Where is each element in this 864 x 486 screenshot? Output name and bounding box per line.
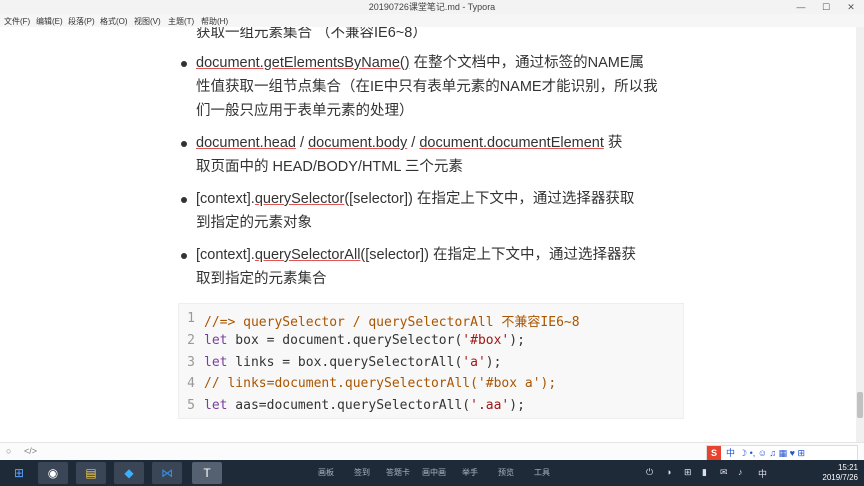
window-title: 20190726课堂笔记.md - Typora [368, 2, 496, 12]
tool-picture-in-picture[interactable]: 画中画 [422, 467, 446, 478]
ime-language[interactable]: 中 [726, 446, 735, 460]
scrollbar-thumb[interactable] [857, 392, 863, 418]
list-item: [context].querySelectorAll([selector]) 在… [181, 243, 686, 291]
tool-tools[interactable]: 工具 [534, 467, 550, 478]
mail-icon[interactable]: ✉ [720, 467, 728, 478]
inline-code: querySelector [254, 191, 345, 207]
battery-icon[interactable]: ▮ [702, 467, 707, 478]
taskbar: ⊞ ◉ ▤ ◆ ⋈ T 画板 签到 答题卡 画中画 举手 预览 工具 ⏻ ◑ ⊞… [0, 460, 864, 486]
line-number: 2 [187, 333, 195, 348]
vertical-scrollbar[interactable] [856, 27, 864, 442]
file-explorer-icon[interactable]: ▤ [76, 462, 106, 484]
sidebar-toggle-icon[interactable]: ○ [6, 446, 11, 456]
tool-answer-card[interactable]: 答题卡 [386, 467, 410, 478]
clock-date: 2019/7/26 [822, 473, 858, 482]
bullet-icon [181, 141, 187, 147]
vscode-icon[interactable]: ⋈ [152, 462, 182, 484]
app-icon[interactable]: ◆ [114, 462, 144, 484]
line-number: 4 [187, 376, 195, 391]
menu-file[interactable]: 文件(F) [4, 16, 30, 27]
list-item: [context].querySelector([selector]) 在指定上… [181, 187, 686, 235]
code-line: let box = document.querySelector('#box')… [204, 333, 525, 348]
inline-code: document.getElementsByName() [196, 55, 410, 71]
list-item: document.getElementsByName() 在整个文档中，通过标签… [181, 51, 686, 123]
tool-raise-hand[interactable]: 举手 [462, 467, 478, 478]
chrome-icon[interactable]: ◉ [38, 462, 68, 484]
tray-grid-icon[interactable]: ⊞ [684, 467, 692, 478]
ime-icons[interactable]: ☽ •, ☺ ♫ ▦ ♥ ⊞ [739, 446, 805, 460]
tool-check-in[interactable]: 签到 [354, 467, 370, 478]
bullet-icon [181, 197, 187, 203]
source-mode-icon[interactable]: </> [24, 446, 37, 456]
tool-drawing-board[interactable]: 画板 [318, 467, 334, 478]
volume-icon[interactable]: ♪ [738, 467, 743, 477]
list-item: document.head / document.body / document… [181, 131, 686, 179]
windows-start-icon[interactable]: ⊞ [4, 462, 34, 484]
line-number: 5 [187, 398, 195, 413]
clock[interactable]: 15:21 2019/7/26 [822, 463, 858, 483]
maximize-button[interactable]: ☐ [815, 0, 837, 14]
power-icon[interactable]: ⏻ [646, 467, 653, 478]
menu-help[interactable]: 帮助(H) [201, 16, 228, 27]
code-block[interactable]: 1 //=> querySelector / querySelectorAll … [178, 303, 684, 419]
bullet-icon [181, 253, 187, 259]
tray-app-icon[interactable]: ◑ [666, 467, 671, 477]
menu-theme[interactable]: 主题(T) [168, 16, 194, 27]
menu-edit[interactable]: 编辑(E) [36, 16, 63, 27]
menu-paragraph[interactable]: 段落(P) [68, 16, 95, 27]
ime-indicator[interactable]: 中 [758, 467, 767, 480]
bullet-icon [181, 61, 187, 67]
clock-time: 15:21 [837, 463, 858, 472]
tool-preview[interactable]: 预览 [498, 467, 514, 478]
sogou-logo-icon: S [707, 446, 721, 460]
partial-line: 获取一组元素集合 （不兼容IE6~8） [196, 27, 427, 41]
code-line: // links=document.querySelectorAll('#box… [204, 376, 557, 391]
title-bar: 20190726课堂笔记.md - Typora [0, 0, 864, 14]
menu-bar: 文件(F) 编辑(E) 段落(P) 格式(O) 视图(V) 主题(T) 帮助(H… [0, 14, 864, 27]
minimize-button[interactable]: — [790, 0, 812, 14]
menu-view[interactable]: 视图(V) [134, 16, 161, 27]
code-line: let aas=document.querySelectorAll('.aa')… [204, 398, 525, 413]
editor-content[interactable]: 获取一组元素集合 （不兼容IE6~8） document.getElements… [0, 27, 856, 442]
menu-format[interactable]: 格式(O) [100, 16, 128, 27]
code-line: let links = box.querySelectorAll('a'); [204, 355, 502, 370]
close-button[interactable]: ✕ [840, 0, 862, 14]
inline-code: querySelectorAll [254, 247, 361, 263]
inline-code: document.head [196, 135, 296, 151]
typora-icon[interactable]: T [192, 462, 222, 484]
inline-code: document.body [308, 135, 408, 151]
code-line: //=> querySelector / querySelectorAll 不兼… [204, 315, 580, 330]
inline-code: document.documentElement [419, 135, 604, 151]
ime-toolbar[interactable]: S 中 ☽ •, ☺ ♫ ▦ ♥ ⊞ [706, 445, 858, 461]
line-number: 3 [187, 355, 195, 370]
line-number: 1 [187, 311, 195, 326]
